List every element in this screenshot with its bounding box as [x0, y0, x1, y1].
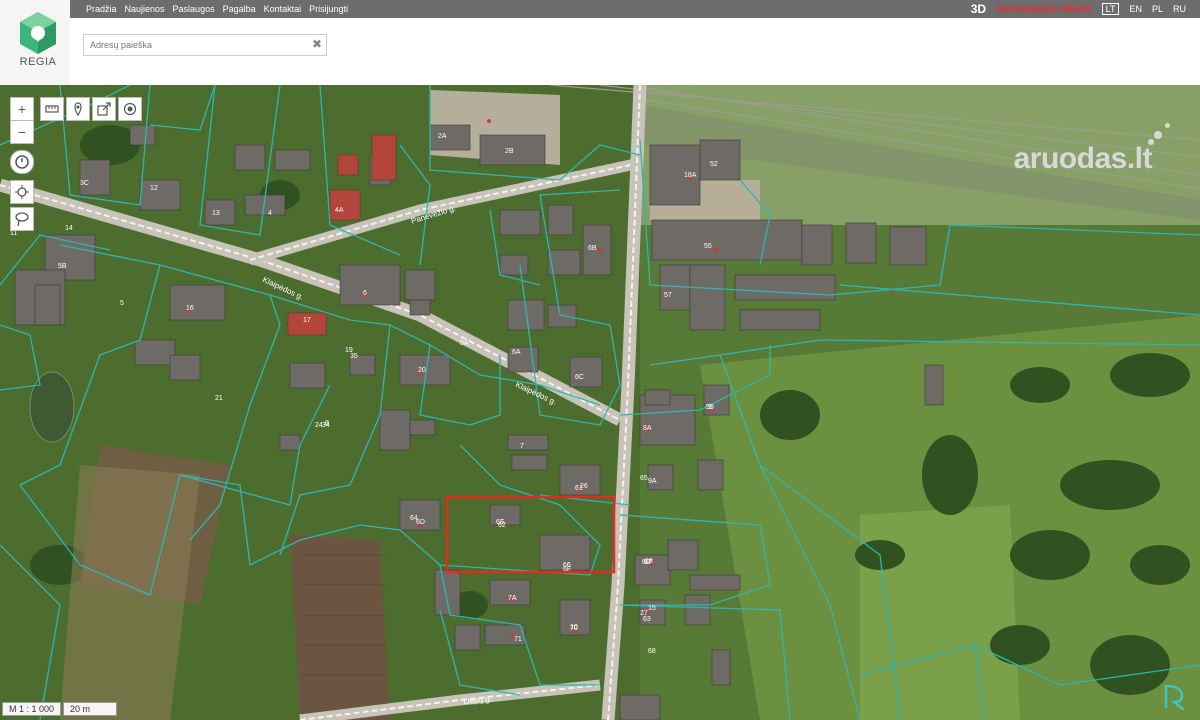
- share-button[interactable]: [92, 97, 116, 121]
- nav-home[interactable]: Pradžia: [86, 4, 117, 14]
- nav-news[interactable]: Naujienos: [125, 4, 165, 14]
- house-number: 15: [648, 605, 656, 612]
- house-number: 70: [570, 625, 578, 632]
- right-nav: 3D Savivaldybių REGIA LT EN PL RU: [971, 0, 1186, 18]
- lang-pl[interactable]: PL: [1152, 4, 1163, 14]
- top-nav: Pradžia Naujienos Paslaugos Pagalba Kont…: [86, 0, 348, 18]
- house-number: 12: [150, 185, 158, 192]
- regia-corner-logo-icon: [1164, 684, 1185, 710]
- nav-contacts[interactable]: Kontaktai: [264, 4, 302, 14]
- house-number: 63: [643, 616, 651, 623]
- map-pin-icon: [74, 102, 82, 116]
- lang-lt[interactable]: LT: [1101, 3, 1120, 15]
- house-number: 7A: [508, 595, 517, 602]
- layers-button[interactable]: [118, 97, 142, 121]
- municipality-link[interactable]: Savivaldybių REGIA: [996, 4, 1092, 15]
- house-number: 59: [706, 404, 714, 411]
- house-number: 62: [498, 522, 506, 529]
- target-icon: [123, 102, 137, 116]
- house-number-marker[interactable]: [598, 248, 602, 252]
- house-number: 9A: [648, 478, 657, 485]
- top-bar: Pradžia Naujienos Paslaugos Pagalba Kont…: [0, 0, 1200, 18]
- house-number: 35: [350, 353, 358, 360]
- map-scale: M 1 : 1 000 20 m: [2, 702, 118, 716]
- house-number-marker[interactable]: [487, 119, 491, 123]
- house-number-marker[interactable]: [714, 248, 718, 252]
- house-number: 18A: [684, 172, 697, 179]
- clear-icon[interactable]: ✖: [312, 37, 322, 51]
- aruodas-watermark: aruodas.lt: [1013, 142, 1153, 175]
- share-icon: [97, 102, 111, 116]
- map-toolbar: [40, 97, 142, 121]
- house-number: 14: [65, 225, 73, 232]
- house-number: 55: [704, 243, 712, 250]
- nav-login[interactable]: Prisijungti: [309, 4, 348, 14]
- house-number: 67: [644, 559, 652, 566]
- zoom-out-button[interactable]: −: [10, 120, 34, 144]
- house-number: 6C: [575, 374, 584, 381]
- house-number: 6: [363, 290, 367, 297]
- nav-help[interactable]: Pagalba: [223, 4, 256, 14]
- history-button[interactable]: [10, 150, 34, 174]
- house-number: 2A: [438, 133, 447, 140]
- house-number: 34: [322, 422, 330, 429]
- select-area-button[interactable]: [10, 207, 34, 231]
- house-number: 64: [410, 515, 418, 522]
- house-number: 5B: [58, 263, 67, 270]
- house-number: 71: [514, 636, 522, 643]
- ruler-icon: [45, 105, 59, 113]
- house-number: 5: [120, 300, 124, 307]
- house-number: 11: [10, 230, 18, 237]
- orthophoto-map[interactable]: [0, 85, 1200, 720]
- house-number: 6A: [512, 349, 521, 356]
- watermark-dot: [1148, 139, 1154, 145]
- watermark-dot: [1154, 131, 1162, 139]
- search-input[interactable]: [84, 36, 310, 54]
- locate-button[interactable]: [10, 180, 34, 204]
- house-number: 8A: [643, 425, 652, 432]
- house-number: 52: [710, 161, 718, 168]
- lang-ru[interactable]: RU: [1173, 4, 1186, 14]
- house-number: 61: [575, 485, 583, 492]
- house-number: 4: [268, 210, 272, 217]
- house-number: 21: [215, 395, 223, 402]
- house-number: 4A: [335, 207, 344, 214]
- house-number: 16: [186, 305, 194, 312]
- logo-text: REGIA: [19, 56, 57, 68]
- house-number: 3C: [80, 180, 89, 187]
- map-view[interactable]: Panevėžio g. Klaipėdos g. Klaipėdos g. L…: [0, 85, 1200, 720]
- marker-button[interactable]: [66, 97, 90, 121]
- measure-button[interactable]: [40, 97, 64, 121]
- house-number: 2B: [505, 148, 514, 155]
- house-number: 6B: [588, 245, 597, 252]
- pond: [29, 371, 75, 443]
- lang-en[interactable]: EN: [1129, 4, 1142, 14]
- address-search: ✖: [83, 34, 327, 56]
- nav-services[interactable]: Paslaugos: [173, 4, 215, 14]
- house-number: 7: [520, 443, 524, 450]
- lasso-icon: [15, 212, 29, 227]
- header: ✖: [0, 18, 1200, 85]
- house-number: 57: [664, 292, 672, 299]
- house-number: 13: [212, 210, 220, 217]
- house-number: 5A: [460, 340, 469, 347]
- logo[interactable]: REGIA: [0, 0, 70, 85]
- house-number: 17: [303, 317, 311, 324]
- crosshair-icon: [15, 185, 29, 199]
- house-number: 65: [640, 475, 648, 482]
- house-number: 66: [563, 562, 571, 569]
- house-number: 20: [418, 367, 426, 374]
- scale-ratio: M 1 : 1 000: [2, 702, 62, 716]
- watermark-dot: [1165, 123, 1170, 128]
- zoom-in-button[interactable]: +: [10, 97, 34, 121]
- scale-bar: 20 m: [63, 702, 118, 716]
- 3d-toggle[interactable]: 3D: [971, 2, 986, 16]
- house-number: 68: [648, 648, 656, 655]
- clock-icon: [15, 155, 29, 169]
